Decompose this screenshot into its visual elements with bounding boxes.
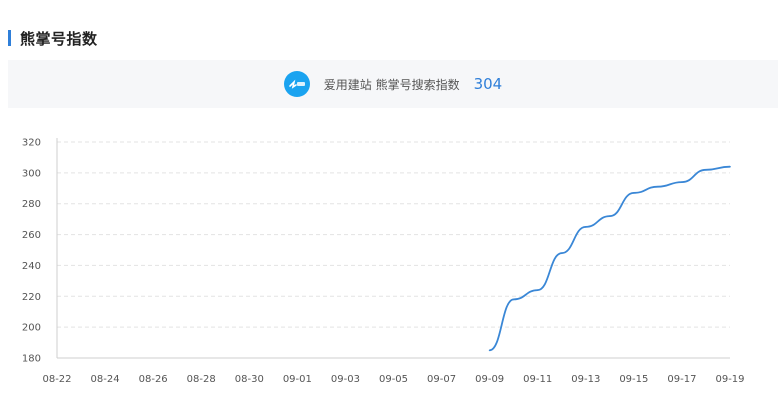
x-tick-label: 09-11 <box>523 374 552 385</box>
summary-value: 304 <box>473 75 503 93</box>
section-title: 熊掌号指数 <box>20 29 98 48</box>
y-tick-label: 300 <box>22 168 41 179</box>
section-accent-bar <box>8 30 11 46</box>
y-tick-label: 240 <box>22 261 41 272</box>
x-tick-label: 09-13 <box>571 374 600 385</box>
site-logo-mark <box>288 79 305 89</box>
summary-row: 爱用建站 熊掌号搜索指数 304 <box>8 60 778 108</box>
x-tick-label: 09-15 <box>619 374 648 385</box>
y-tick-label: 220 <box>22 292 41 303</box>
data-point <box>488 349 491 352</box>
x-tick-label: 08-26 <box>139 374 168 385</box>
section-header: 熊掌号指数 <box>8 28 98 48</box>
data-point <box>585 226 587 228</box>
x-tick-label: 09-01 <box>283 374 312 385</box>
data-point <box>729 165 731 168</box>
x-tick-label: 08-30 <box>235 374 264 385</box>
data-point <box>633 192 635 194</box>
series-line <box>489 165 731 352</box>
x-tick-label: 09-07 <box>427 374 456 385</box>
summary-panel: 爱用建站 熊掌号搜索指数 304 <box>8 60 778 108</box>
data-point <box>512 298 515 301</box>
x-tick-label: 09-17 <box>667 374 696 385</box>
site-logo-icon <box>283 71 310 97</box>
x-tick-label: 08-24 <box>91 374 120 385</box>
y-tick-label: 280 <box>22 199 41 210</box>
data-point <box>536 289 539 291</box>
data-point <box>657 185 659 188</box>
index-line-chart: 180 200 220 240 260 280 300 320 08-22 08-24 08-26 0… <box>22 138 745 386</box>
y-tick-label: 320 <box>22 138 41 149</box>
x-tick-label: 09-03 <box>331 374 360 385</box>
x-tick-label: 09-05 <box>379 374 408 385</box>
data-point <box>561 252 563 254</box>
x-tick-label: 09-19 <box>715 374 744 385</box>
data-point <box>705 169 707 171</box>
x-tick-label: 08-22 <box>42 374 71 385</box>
x-tick-label: 08-28 <box>187 374 216 385</box>
summary-label: 爱用建站 熊掌号搜索指数 <box>323 77 460 92</box>
data-point <box>681 181 683 183</box>
data-point <box>609 215 611 217</box>
y-tick-label: 260 <box>22 230 41 241</box>
y-tick-label: 180 <box>22 354 41 365</box>
y-tick-label: 200 <box>22 323 41 334</box>
x-tick-label: 09-09 <box>475 374 504 385</box>
